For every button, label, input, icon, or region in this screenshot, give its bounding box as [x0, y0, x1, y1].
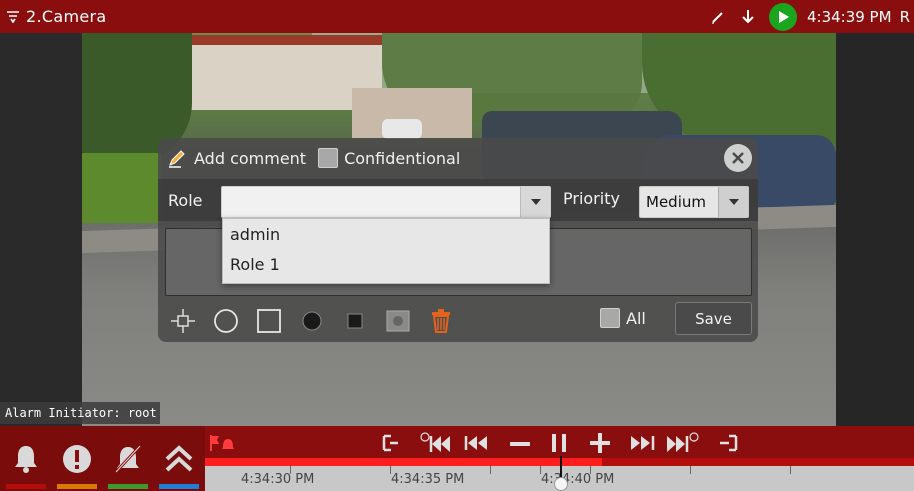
- fast-forward-icon[interactable]: [627, 430, 657, 456]
- exclamation-icon[interactable]: [51, 426, 102, 491]
- confidential-checkbox[interactable]: [318, 148, 339, 168]
- priority-label: Priority: [563, 189, 620, 208]
- rewind-icon[interactable]: [463, 430, 493, 456]
- app-window: 2.Camera 4:34:39 PM R Add comment Confid…: [0, 0, 914, 491]
- priority-value: Medium: [646, 193, 706, 211]
- timeline-progress: [205, 458, 603, 466]
- step-forward-icon[interactable]: [589, 430, 611, 456]
- role-priority-row: Role Priority Medium: [158, 179, 758, 221]
- all-toggle[interactable]: All: [600, 308, 646, 328]
- timeline-label: 4:34:30 PM: [241, 472, 315, 487]
- playhead-knob[interactable]: [554, 477, 568, 491]
- role-option[interactable]: admin: [223, 219, 549, 249]
- playback-controls: [205, 426, 914, 458]
- mute-bell-icon[interactable]: [102, 426, 153, 491]
- role-select[interactable]: [221, 186, 551, 218]
- chevron-up-double-icon[interactable]: [153, 426, 204, 491]
- step-back-icon[interactable]: [509, 430, 531, 456]
- house: [172, 35, 382, 110]
- pencil-icon: [166, 147, 188, 169]
- chevron-down-icon[interactable]: [520, 187, 550, 217]
- confidential-toggle[interactable]: Confidentional: [318, 148, 460, 168]
- bell-icon[interactable]: [0, 426, 51, 491]
- bottom-bar: 4:34:30 PM 4:34:35 PM 4:34:40 PM: [0, 426, 914, 491]
- circle-outline-icon[interactable]: [208, 305, 244, 337]
- alarm-initiator: Alarm Initiator: root: [0, 402, 160, 424]
- next-event-icon[interactable]: [665, 430, 701, 456]
- download-icon[interactable]: [733, 0, 763, 33]
- role-label: Role: [168, 191, 203, 210]
- crosshair-icon[interactable]: [165, 305, 201, 337]
- role-dropdown-list: admin Role 1: [222, 218, 550, 284]
- clock-time: 4:34:39 PM: [806, 7, 892, 26]
- car: [382, 119, 422, 139]
- timeline-label: 4:34:35 PM: [391, 472, 465, 487]
- save-button[interactable]: Save: [675, 302, 752, 335]
- edit-icon[interactable]: [703, 0, 733, 33]
- confidential-label: Confidentional: [344, 148, 461, 168]
- snapshot-icon[interactable]: [380, 305, 416, 337]
- go-to-end-icon[interactable]: [717, 430, 739, 456]
- timeline-label: 4:34:40 PM: [541, 472, 615, 487]
- comment-header: Add comment Confidentional: [158, 138, 758, 178]
- add-comment-label: Add comment: [194, 148, 307, 168]
- priority-select[interactable]: Medium: [639, 186, 749, 218]
- all-checkbox[interactable]: [600, 308, 620, 328]
- play-icon[interactable]: [768, 2, 797, 31]
- role-option[interactable]: Role 1: [223, 249, 549, 279]
- right-margin: [836, 33, 914, 426]
- alarm-flag-icon[interactable]: [209, 430, 235, 456]
- chevron-down-icon[interactable]: [718, 187, 748, 217]
- menu-icon[interactable]: [0, 0, 26, 33]
- prev-event-icon[interactable]: [419, 430, 453, 456]
- left-margin: [0, 33, 82, 426]
- title-bar: 2.Camera 4:34:39 PM R: [0, 0, 914, 33]
- all-label: All: [626, 308, 646, 328]
- go-to-start-icon[interactable]: [381, 430, 401, 456]
- alarm-buttons: [0, 426, 204, 491]
- camera-title: 2.Camera: [26, 7, 107, 26]
- close-icon[interactable]: [724, 144, 752, 172]
- drawing-toolbar: All Save: [158, 302, 758, 340]
- trash-icon[interactable]: [423, 305, 459, 337]
- square-outline-icon[interactable]: [251, 305, 287, 337]
- square-filled-icon[interactable]: [337, 305, 373, 337]
- record-indicator: R: [899, 7, 910, 26]
- timeline: 4:34:30 PM 4:34:35 PM 4:34:40 PM: [205, 426, 914, 491]
- pause-icon[interactable]: [550, 430, 568, 456]
- circle-filled-icon[interactable]: [294, 305, 330, 337]
